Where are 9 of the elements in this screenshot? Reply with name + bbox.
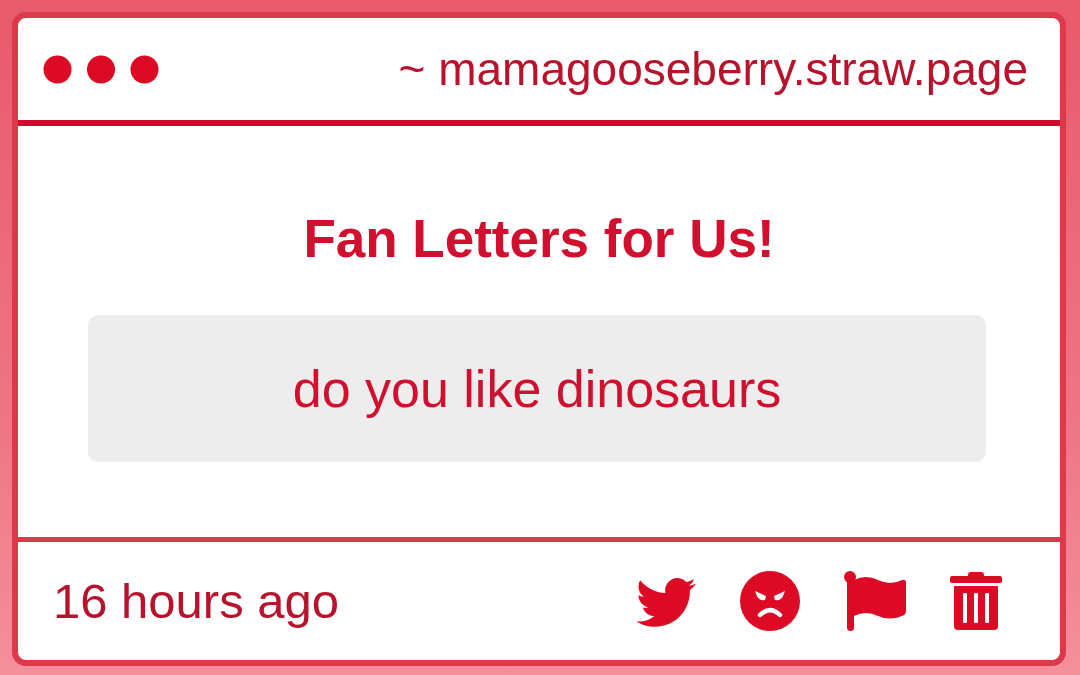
timestamp: 16 hours ago bbox=[53, 573, 340, 629]
message-text: do you like dinosaurs bbox=[292, 358, 782, 419]
trash-icon[interactable] bbox=[950, 572, 1002, 630]
bird-icon[interactable] bbox=[636, 575, 696, 627]
page-url: ~ mamagooseberry.straw.page bbox=[398, 42, 1028, 96]
window-dots-icon bbox=[43, 54, 159, 84]
flag-icon[interactable] bbox=[844, 571, 906, 631]
page-title: Fan Letters for Us! bbox=[303, 208, 775, 270]
angry-face-icon[interactable] bbox=[740, 571, 800, 631]
